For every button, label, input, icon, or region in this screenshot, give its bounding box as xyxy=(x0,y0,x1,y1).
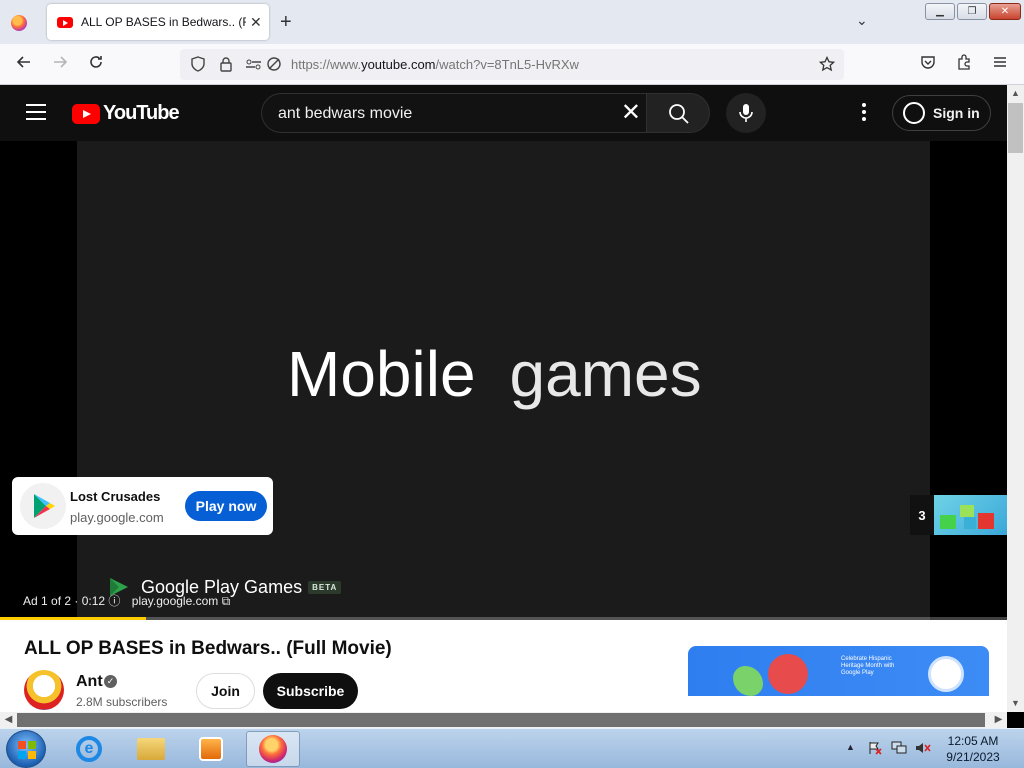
microphone-icon xyxy=(739,104,753,122)
promo-text: Celebrate Hispanic Heritage Month with G… xyxy=(841,656,895,676)
system-clock[interactable]: 12:05 AM 9/21/2023 xyxy=(940,733,1006,765)
browser-tab-active[interactable]: ALL OP BASES in Bedwars.. (Full Movie) -… xyxy=(47,4,269,40)
play-now-button[interactable]: Play now xyxy=(185,491,267,521)
window-restore-button[interactable]: ❐ xyxy=(957,3,987,20)
forward-arrow-icon[interactable] xyxy=(50,54,70,75)
window-close-button[interactable]: ✕ xyxy=(989,3,1021,20)
browser-tab-bar: ALL OP BASES in Bedwars.. (Full Movie) -… xyxy=(0,0,1024,44)
close-tab-icon[interactable]: ✕ xyxy=(250,14,262,31)
vertical-scroll-thumb[interactable] xyxy=(1008,103,1023,153)
ad-footer-domain[interactable]: play.google.com xyxy=(132,594,219,608)
lock-icon[interactable] xyxy=(216,56,236,77)
youtube-logo[interactable]: YouTube xyxy=(72,102,180,125)
ad-domain: play.google.com xyxy=(70,510,164,525)
video-metadata: ALL OP BASES in Bedwars.. (Full Movie) A… xyxy=(0,620,1007,712)
scroll-up-arrow-icon[interactable]: ▲ xyxy=(1007,85,1024,102)
action-center-flag-icon[interactable] xyxy=(867,741,883,755)
clock-time: 12:05 AM xyxy=(947,734,999,748)
internet-explorer-taskbar-button[interactable]: e xyxy=(62,731,116,767)
vertical-scrollbar[interactable]: ▲ ▼ xyxy=(1007,85,1024,712)
subscribe-button[interactable]: Subscribe xyxy=(263,673,358,709)
promo-decoration xyxy=(768,654,808,694)
horizontal-scrollbar[interactable]: ◀ ▶ xyxy=(0,712,1007,728)
media-player-icon xyxy=(199,737,223,761)
subscriber-count: 2.8M subscribers xyxy=(76,695,168,709)
settings-more-icon[interactable] xyxy=(855,103,873,123)
tab-title: ALL OP BASES in Bedwars.. (Full Movie) -… xyxy=(81,15,246,29)
pocket-icon[interactable] xyxy=(918,54,938,75)
camera-blocked-icon[interactable] xyxy=(264,56,284,77)
volume-muted-icon[interactable] xyxy=(915,741,931,755)
reload-icon[interactable] xyxy=(86,54,106,75)
channel-avatar[interactable] xyxy=(24,670,64,710)
show-hidden-icons-arrow[interactable]: ▲ xyxy=(846,742,855,752)
youtube-favicon-icon xyxy=(57,16,73,28)
file-explorer-taskbar-button[interactable] xyxy=(124,731,178,767)
clear-search-icon[interactable]: ✕ xyxy=(621,99,641,127)
ad-app-name[interactable]: Lost Crusades xyxy=(70,489,160,504)
video-title: ALL OP BASES in Bedwars.. (Full Movie) xyxy=(24,638,392,659)
folder-icon xyxy=(137,738,165,760)
sign-in-label: Sign in xyxy=(933,105,980,121)
join-button[interactable]: Join xyxy=(196,673,255,709)
new-tab-button[interactable]: + xyxy=(280,12,292,32)
clock-date: 9/21/2023 xyxy=(946,750,1000,764)
scroll-down-arrow-icon[interactable]: ▼ xyxy=(1007,695,1024,712)
media-player-taskbar-button[interactable] xyxy=(184,731,238,767)
navigation-toolbar: https://www.youtube.com/watch?v=8TnL5-Hv… xyxy=(0,44,1024,85)
scroll-right-arrow-icon[interactable]: ▶ xyxy=(990,712,1007,728)
search-icon xyxy=(669,104,689,124)
firefox-icon xyxy=(259,735,287,763)
scroll-left-arrow-icon[interactable]: ◀ xyxy=(0,712,17,728)
windows-logo-icon xyxy=(18,741,36,759)
ad-info-icon[interactable]: ⓘ xyxy=(108,594,120,608)
search-button[interactable] xyxy=(646,93,710,133)
skip-countdown: 3 xyxy=(910,495,934,535)
verified-badge-icon: ✓ xyxy=(104,675,117,688)
search-input[interactable]: ant bedwars movie ✕ xyxy=(261,93,647,133)
external-link-icon: ⧉ xyxy=(221,594,231,608)
url-text: https://www.youtube.com/watch?v=8TnL5-Hv… xyxy=(291,57,579,72)
ad-counter: Ad 1 of 2 · 0:12 xyxy=(23,594,106,608)
ad-headline: Mobile games xyxy=(287,338,702,410)
youtube-wordmark: YouTube xyxy=(103,102,180,124)
bookmark-star-icon[interactable] xyxy=(817,55,837,77)
window-minimize-button[interactable]: ▁ xyxy=(925,3,955,20)
address-bar[interactable]: https://www.youtube.com/watch?v=8TnL5-Hv… xyxy=(180,49,844,80)
youtube-play-logo-icon xyxy=(72,103,100,124)
account-icon xyxy=(903,102,925,124)
ad-card[interactable]: Lost Crusades play.google.com Play now xyxy=(12,477,273,535)
youtube-masthead: YouTube ant bedwars movie ✕ Sign in xyxy=(0,85,1007,141)
promo-decoration xyxy=(733,666,763,696)
network-icon[interactable] xyxy=(891,741,907,755)
video-player[interactable]: Mobile games Google Play Games BETA Lost … xyxy=(0,141,1007,620)
sign-in-button[interactable]: Sign in xyxy=(892,95,991,131)
sidebar-promo-banner[interactable]: Celebrate Hispanic Heritage Month with G… xyxy=(688,646,989,696)
horizontal-scroll-thumb[interactable] xyxy=(17,713,985,727)
channel-name[interactable]: Ant xyxy=(76,673,103,691)
firefox-taskbar-button[interactable] xyxy=(246,731,300,767)
ad-info-bar: Ad 1 of 2 · 0:12 ⓘ play.google.com ⧉ xyxy=(23,592,230,609)
back-arrow-icon[interactable] xyxy=(14,54,34,75)
guide-menu-hamburger-icon[interactable] xyxy=(26,104,46,120)
start-button[interactable] xyxy=(6,730,46,768)
app-menu-hamburger-icon[interactable] xyxy=(990,54,1010,75)
permissions-icon[interactable] xyxy=(244,56,264,77)
windows-taskbar: e ▲ 12:05 AM 9/21/2023 xyxy=(0,728,1024,768)
firefox-icon xyxy=(11,15,27,31)
extensions-puzzle-icon[interactable] xyxy=(954,54,974,75)
list-all-tabs-button[interactable]: ⌄ xyxy=(856,12,868,29)
promo-decoration xyxy=(928,656,964,692)
firefox-view-button[interactable] xyxy=(6,10,32,36)
search-query-text: ant bedwars movie xyxy=(278,105,413,122)
google-play-icon xyxy=(20,483,66,529)
tracking-protection-shield-icon[interactable] xyxy=(188,56,208,77)
next-video-thumbnail[interactable] xyxy=(934,495,1007,535)
internet-explorer-icon: e xyxy=(76,736,102,762)
voice-search-button[interactable] xyxy=(726,93,766,133)
